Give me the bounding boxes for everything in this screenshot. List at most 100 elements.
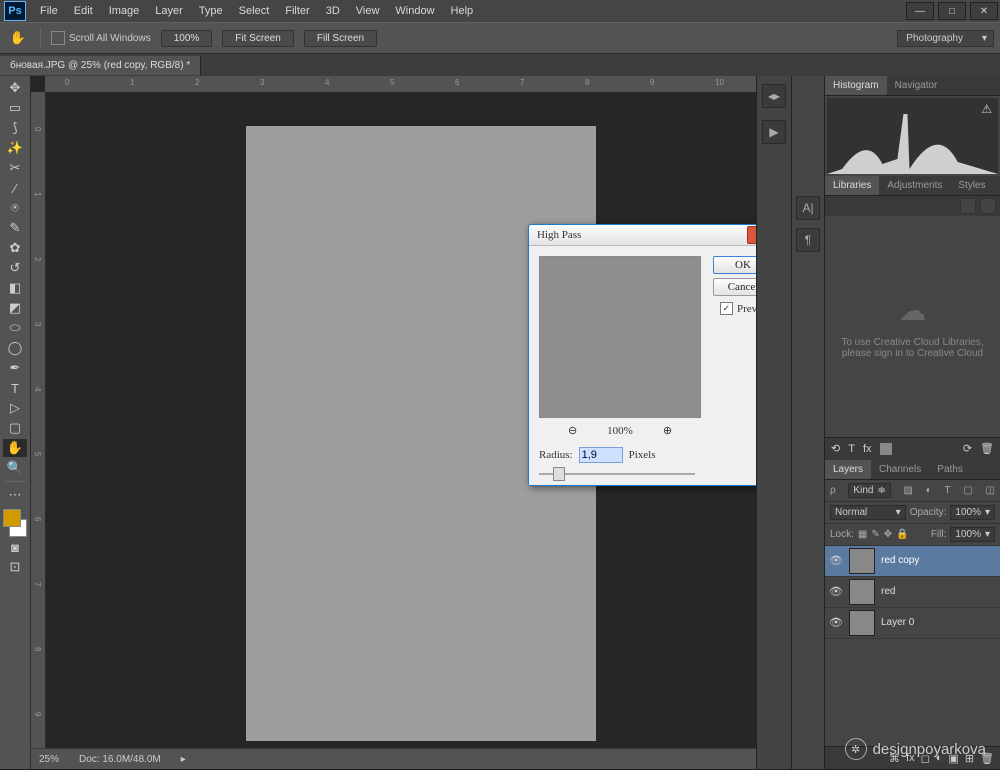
lock-all-icon[interactable]: 🔒 [896,529,908,540]
zoom-out-icon[interactable]: ⊖ [568,424,577,437]
healing-brush-tool[interactable]: ⍟ [3,199,27,217]
visibility-toggle[interactable]: 👁 [829,554,843,567]
menu-layer[interactable]: Layer [147,2,191,20]
maximize-button[interactable]: □ [938,2,966,20]
crop-tool[interactable]: ✂ [3,159,27,177]
history-brush-tool[interactable]: ↺ [3,259,27,277]
zoom-100-button[interactable]: 100% [161,30,213,47]
blend-mode-select[interactable]: Normal▾ [830,505,906,520]
type-tool[interactable]: T [3,379,27,397]
fill-input[interactable]: 100%▾ [950,527,995,542]
minimize-button[interactable]: — [906,2,934,20]
filter-adjust-icon[interactable]: ◐ [926,485,932,496]
scroll-all-checkbox[interactable]: Scroll All Windows [51,31,151,45]
layer-thumbnail[interactable] [849,548,875,574]
status-zoom[interactable]: 25% [39,754,59,765]
move-tool[interactable]: ✥ [3,79,27,97]
fx-icon[interactable]: fx [863,443,872,455]
path-select-tool[interactable]: ▷ [3,399,27,417]
lib-grid-view-icon[interactable] [960,198,976,214]
fill-screen-button[interactable]: Fill Screen [304,30,377,47]
type-icon[interactable]: T [848,443,855,455]
filter-pixel-icon[interactable]: ▨ [904,485,913,496]
expand-panel-icon[interactable]: ◂▸ [762,84,786,108]
shape-tool[interactable]: ▢ [3,419,27,437]
pen-tool[interactable]: ✒ [3,359,27,377]
radius-input[interactable] [579,447,623,463]
filter-preview[interactable] [539,256,701,418]
hand-tool[interactable]: ✋ [3,439,27,457]
tab-channels[interactable]: Channels [871,460,929,479]
dodge-tool[interactable]: ◯ [3,339,27,357]
trash-icon[interactable]: 🗑 [980,442,994,455]
zoom-in-icon[interactable]: ⊕ [663,424,672,437]
preview-checkbox[interactable]: ✓Preview [720,302,756,315]
tab-navigator[interactable]: Navigator [887,76,946,95]
clone-stamp-tool[interactable]: ✿ [3,239,27,257]
character-panel-icon[interactable]: A| [796,196,820,220]
layer-thumbnail[interactable] [849,579,875,605]
ok-button[interactable]: OK [713,256,756,274]
tab-libraries[interactable]: Libraries [825,176,879,195]
document-tab[interactable]: бновая.JPG @ 25% (red copy, RGB/8) * [0,56,201,75]
layer-thumbnail[interactable] [849,610,875,636]
close-window-button[interactable]: ✕ [970,2,998,20]
layer-row[interactable]: 👁 red copy [825,546,1000,577]
sync-icon[interactable]: ⟳ [963,442,972,455]
dialog-close-button[interactable]: ✕ [747,226,756,244]
layer-filter-kind[interactable]: Kind≑ [848,483,890,498]
lock-pixel-icon[interactable]: ✎ [871,529,879,540]
eraser-tool[interactable]: ◧ [3,279,27,297]
menu-image[interactable]: Image [101,2,148,20]
lib-list-view-icon[interactable] [980,198,996,214]
menu-filter[interactable]: Filter [277,2,317,20]
status-doc-size[interactable]: Doc: 16.0M/48.0M [79,754,161,765]
color-swatches[interactable] [3,509,27,537]
layer-name[interactable]: red [881,586,895,597]
filter-shape-icon[interactable]: ▢ [963,485,972,496]
edit-toolbar[interactable]: ⋯ [3,486,27,504]
layer-row[interactable]: 👁 red [825,577,1000,608]
menu-view[interactable]: View [348,2,388,20]
lasso-tool[interactable]: ⟆ [3,119,27,137]
visibility-toggle[interactable]: 👁 [829,616,843,629]
lock-pos-icon[interactable]: ✥ [884,529,892,540]
layer-row[interactable]: 👁 Layer 0 [825,608,1000,639]
menu-window[interactable]: Window [387,2,442,20]
play-icon[interactable]: ▶ [762,120,786,144]
paragraph-panel-icon[interactable]: ¶ [796,228,820,252]
blur-tool[interactable]: ⬭ [3,319,27,337]
menu-edit[interactable]: Edit [66,2,101,20]
gradient-tool[interactable]: ◩ [3,299,27,317]
opacity-input[interactable]: 100%▾ [950,505,995,520]
menu-select[interactable]: Select [231,2,278,20]
fit-screen-button[interactable]: Fit Screen [222,30,294,47]
eyedropper-tool[interactable]: ⁄ [3,179,27,197]
tab-adjustments[interactable]: Adjustments [879,176,950,195]
zoom-tool[interactable]: 🔍 [3,459,27,477]
magic-wand-tool[interactable]: ✨ [3,139,27,157]
tab-histogram[interactable]: Histogram [825,76,887,95]
fill-swatch-icon[interactable] [880,443,892,455]
tab-styles[interactable]: Styles [950,176,993,195]
visibility-toggle[interactable]: 👁 [829,585,843,598]
menu-3d[interactable]: 3D [318,2,348,20]
tab-paths[interactable]: Paths [929,460,971,479]
workspace-switcher[interactable]: Photography [897,30,994,47]
link-icon[interactable]: ⟲ [831,442,840,455]
filter-smart-icon[interactable]: ◫ [985,485,994,496]
brush-tool[interactable]: ✎ [3,219,27,237]
filter-type-icon[interactable]: T [944,485,950,496]
cancel-button[interactable]: Cancel [713,278,756,296]
layer-name[interactable]: Layer 0 [881,617,914,628]
menu-type[interactable]: Type [191,2,231,20]
screen-mode[interactable]: ⊡ [3,558,27,576]
radius-slider[interactable] [539,473,695,475]
marquee-tool[interactable]: ▭ [3,99,27,117]
menu-help[interactable]: Help [443,2,482,20]
layer-name[interactable]: red copy [881,555,919,566]
slider-thumb[interactable] [553,467,565,481]
dialog-titlebar[interactable]: High Pass ✕ [529,225,756,246]
menu-file[interactable]: File [32,2,66,20]
quick-mask-toggle[interactable]: ◙ [3,538,27,556]
